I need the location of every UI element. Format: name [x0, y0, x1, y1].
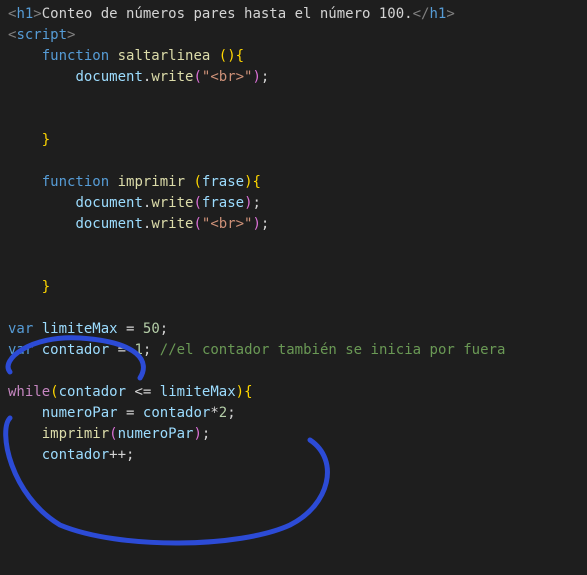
string: "<br>" [202, 216, 253, 232]
code-line-21: imprimir(numeroPar); [8, 424, 579, 445]
object: document [75, 69, 142, 85]
keyword-function: function [42, 48, 109, 64]
brace: } [42, 132, 50, 148]
code-line-blank [8, 109, 579, 130]
tag-close: > [67, 27, 75, 43]
code-line-14: } [8, 277, 579, 298]
paren: ( [193, 195, 201, 211]
paren: ) [252, 69, 260, 85]
operator: ++ [109, 447, 126, 463]
code-line-blank [8, 256, 579, 277]
method: write [151, 216, 193, 232]
brace: { [253, 174, 261, 190]
paren: ( [193, 216, 201, 232]
tag-name: h1 [429, 6, 446, 22]
code-line-blank [8, 235, 579, 256]
paren: ( [50, 384, 58, 400]
code-line-17: var contador = 1; //el contador también … [8, 340, 579, 361]
code-line-9: function imprimir (frase){ [8, 172, 579, 193]
code-line-11: document.write("<br>"); [8, 214, 579, 235]
param: frase [202, 174, 244, 190]
code-line-blank [8, 298, 579, 319]
function-name: imprimir [118, 174, 185, 190]
argument: numeroPar [118, 426, 194, 442]
paren: ( [219, 48, 227, 64]
tag-open: </ [413, 6, 430, 22]
paren: ) [244, 195, 252, 211]
variable-name: limiteMax [42, 321, 118, 337]
tag-name: script [16, 27, 67, 43]
paren: ) [252, 216, 260, 232]
code-line-blank [8, 151, 579, 172]
comment: //el contador también se inicia por fuer… [160, 342, 506, 358]
variable: limiteMax [160, 384, 236, 400]
code-line-blank [8, 361, 579, 382]
function-call: imprimir [42, 426, 109, 442]
paren: ) [236, 384, 244, 400]
paren: ) [227, 48, 235, 64]
code-line-16: var limiteMax = 50; [8, 319, 579, 340]
variable: contador [59, 384, 126, 400]
brace: { [236, 48, 244, 64]
code-line-20: numeroPar = contador*2; [8, 403, 579, 424]
code-line-3: function saltarlinea (){ [8, 46, 579, 67]
number: 1 [134, 342, 142, 358]
keyword-while: while [8, 384, 50, 400]
tag-close: > [33, 6, 41, 22]
variable: numeroPar [42, 405, 118, 421]
paren: ( [109, 426, 117, 442]
paren: ( [193, 69, 201, 85]
tag-close: > [446, 6, 454, 22]
keyword-var: var [8, 321, 33, 337]
code-line-7: } [8, 130, 579, 151]
variable: contador [143, 405, 210, 421]
code-line-1: <h1>Conteo de números pares hasta el núm… [8, 4, 579, 25]
code-editor[interactable]: <h1>Conteo de números pares hasta el núm… [0, 0, 587, 491]
h1-text: Conteo de números pares hasta el número … [42, 6, 413, 22]
code-line-blank [8, 466, 579, 487]
keyword-var: var [8, 342, 33, 358]
code-line-22: contador++; [8, 445, 579, 466]
operator: * [210, 405, 218, 421]
tag-name: h1 [16, 6, 33, 22]
number: 2 [219, 405, 227, 421]
brace: } [42, 279, 50, 295]
paren: ) [244, 174, 252, 190]
method: write [151, 69, 193, 85]
number: 50 [143, 321, 160, 337]
argument: frase [202, 195, 244, 211]
object: document [75, 195, 142, 211]
operator: <= [134, 384, 151, 400]
paren: ) [193, 426, 201, 442]
code-line-10: document.write(frase); [8, 193, 579, 214]
code-line-2: <script> [8, 25, 579, 46]
function-name: saltarlinea [118, 48, 211, 64]
brace: { [244, 384, 252, 400]
paren: ( [193, 174, 201, 190]
string: "<br>" [202, 69, 253, 85]
keyword-function: function [42, 174, 109, 190]
code-line-19: while(contador <= limiteMax){ [8, 382, 579, 403]
variable: contador [42, 447, 109, 463]
object: document [75, 216, 142, 232]
method: write [151, 195, 193, 211]
code-line-4: document.write("<br>"); [8, 67, 579, 88]
variable-name: contador [42, 342, 109, 358]
code-line-blank [8, 88, 579, 109]
